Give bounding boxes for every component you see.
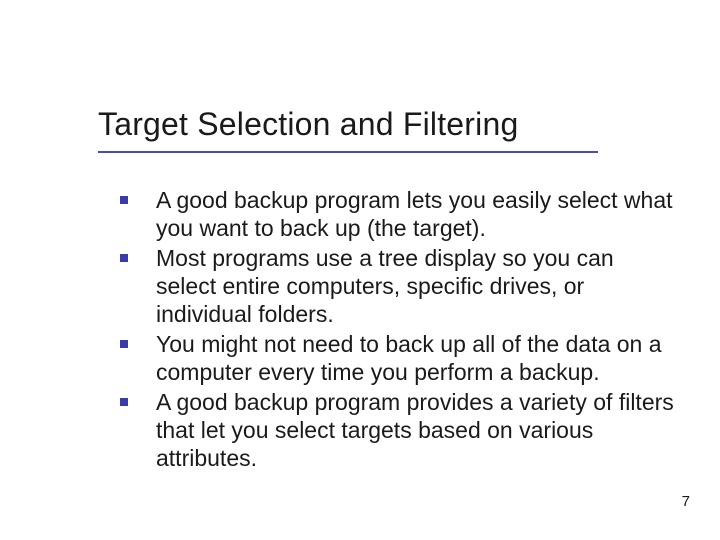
slide: Target Selection and Filtering A good ba… [0, 0, 720, 540]
square-bullet-icon [120, 254, 128, 262]
list-item: You might not need to back up all of the… [120, 330, 675, 386]
square-bullet-icon [120, 398, 128, 406]
square-bullet-icon [120, 196, 128, 204]
bullet-text: A good backup program lets you easily se… [156, 186, 675, 242]
title-underline [98, 151, 598, 153]
bullet-text: Most programs use a tree display so you … [156, 244, 675, 328]
page-number: 7 [682, 493, 690, 510]
square-bullet-icon [120, 340, 128, 348]
slide-title: Target Selection and Filtering [98, 106, 598, 143]
list-item: Most programs use a tree display so you … [120, 244, 675, 328]
list-item: A good backup program provides a variety… [120, 388, 675, 472]
bullet-text: A good backup program provides a variety… [156, 388, 675, 472]
slide-body: A good backup program lets you easily se… [120, 186, 675, 474]
list-item: A good backup program lets you easily se… [120, 186, 675, 242]
title-block: Target Selection and Filtering [98, 106, 598, 153]
bullet-text: You might not need to back up all of the… [156, 330, 675, 386]
